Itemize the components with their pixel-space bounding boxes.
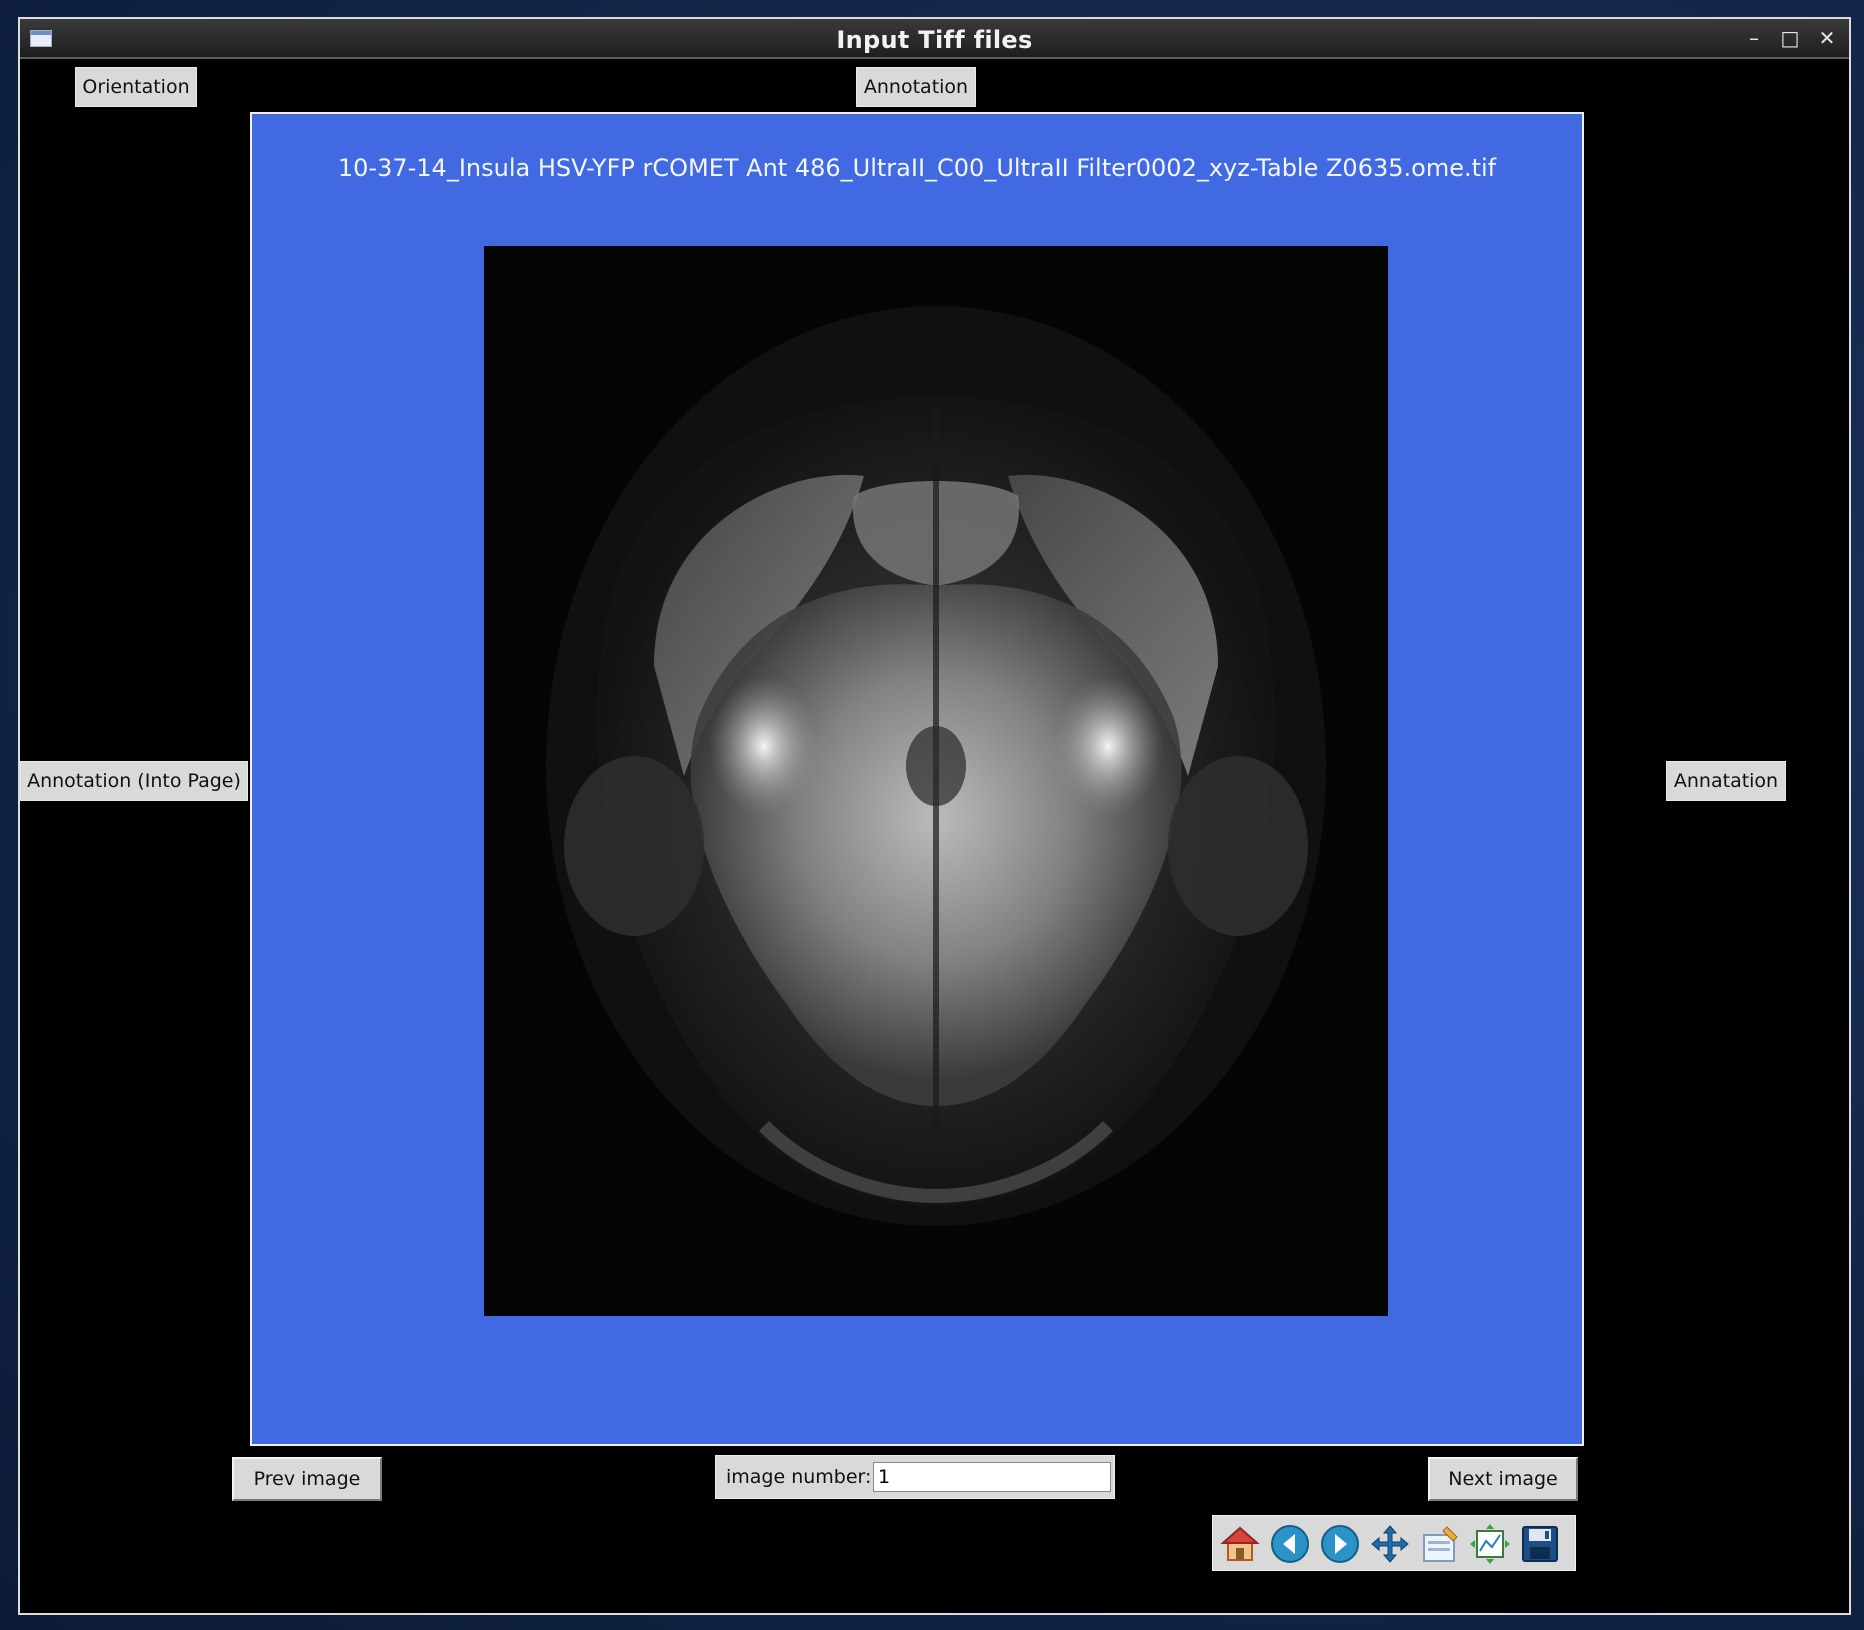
annotation-into-page-button[interactable]: Annotation (Into Page): [20, 761, 248, 801]
close-icon[interactable]: ✕: [1813, 25, 1841, 51]
minimize-icon[interactable]: –: [1740, 25, 1768, 51]
home-icon[interactable]: [1219, 1523, 1261, 1565]
configure-subplots-icon[interactable]: [1419, 1523, 1461, 1565]
app-window: Input Tiff files – □ ✕ Orientation Annot…: [18, 17, 1851, 1615]
title-bar: Input Tiff files – □ ✕: [20, 19, 1849, 59]
annotation-right-button[interactable]: Annatation: [1666, 761, 1786, 801]
prev-image-button[interactable]: Prev image: [232, 1457, 382, 1501]
annotation-top-button[interactable]: Annotation: [856, 67, 976, 107]
save-icon[interactable]: [1519, 1523, 1561, 1565]
figure-canvas[interactable]: 10-37-14_Insula HSV-YFP rCOMET Ant 486_U…: [250, 112, 1584, 1446]
navigation-toolbar: [1212, 1515, 1576, 1571]
image-number-field-group: image number:: [715, 1455, 1115, 1499]
image-number-label: image number:: [726, 1466, 872, 1488]
figure-title: 10-37-14_Insula HSV-YFP rCOMET Ant 486_U…: [337, 154, 1497, 182]
forward-icon[interactable]: [1319, 1523, 1361, 1565]
maximize-icon[interactable]: □: [1776, 25, 1804, 51]
orientation-button[interactable]: Orientation: [75, 67, 197, 107]
window-title: Input Tiff files: [836, 26, 1033, 54]
next-image-button[interactable]: Next image: [1428, 1457, 1578, 1501]
brain-scan-image[interactable]: [484, 246, 1388, 1316]
back-icon[interactable]: [1269, 1523, 1311, 1565]
edit-axis-icon[interactable]: [1469, 1523, 1511, 1565]
pan-icon[interactable]: [1369, 1523, 1411, 1565]
image-number-input[interactable]: [873, 1462, 1111, 1492]
